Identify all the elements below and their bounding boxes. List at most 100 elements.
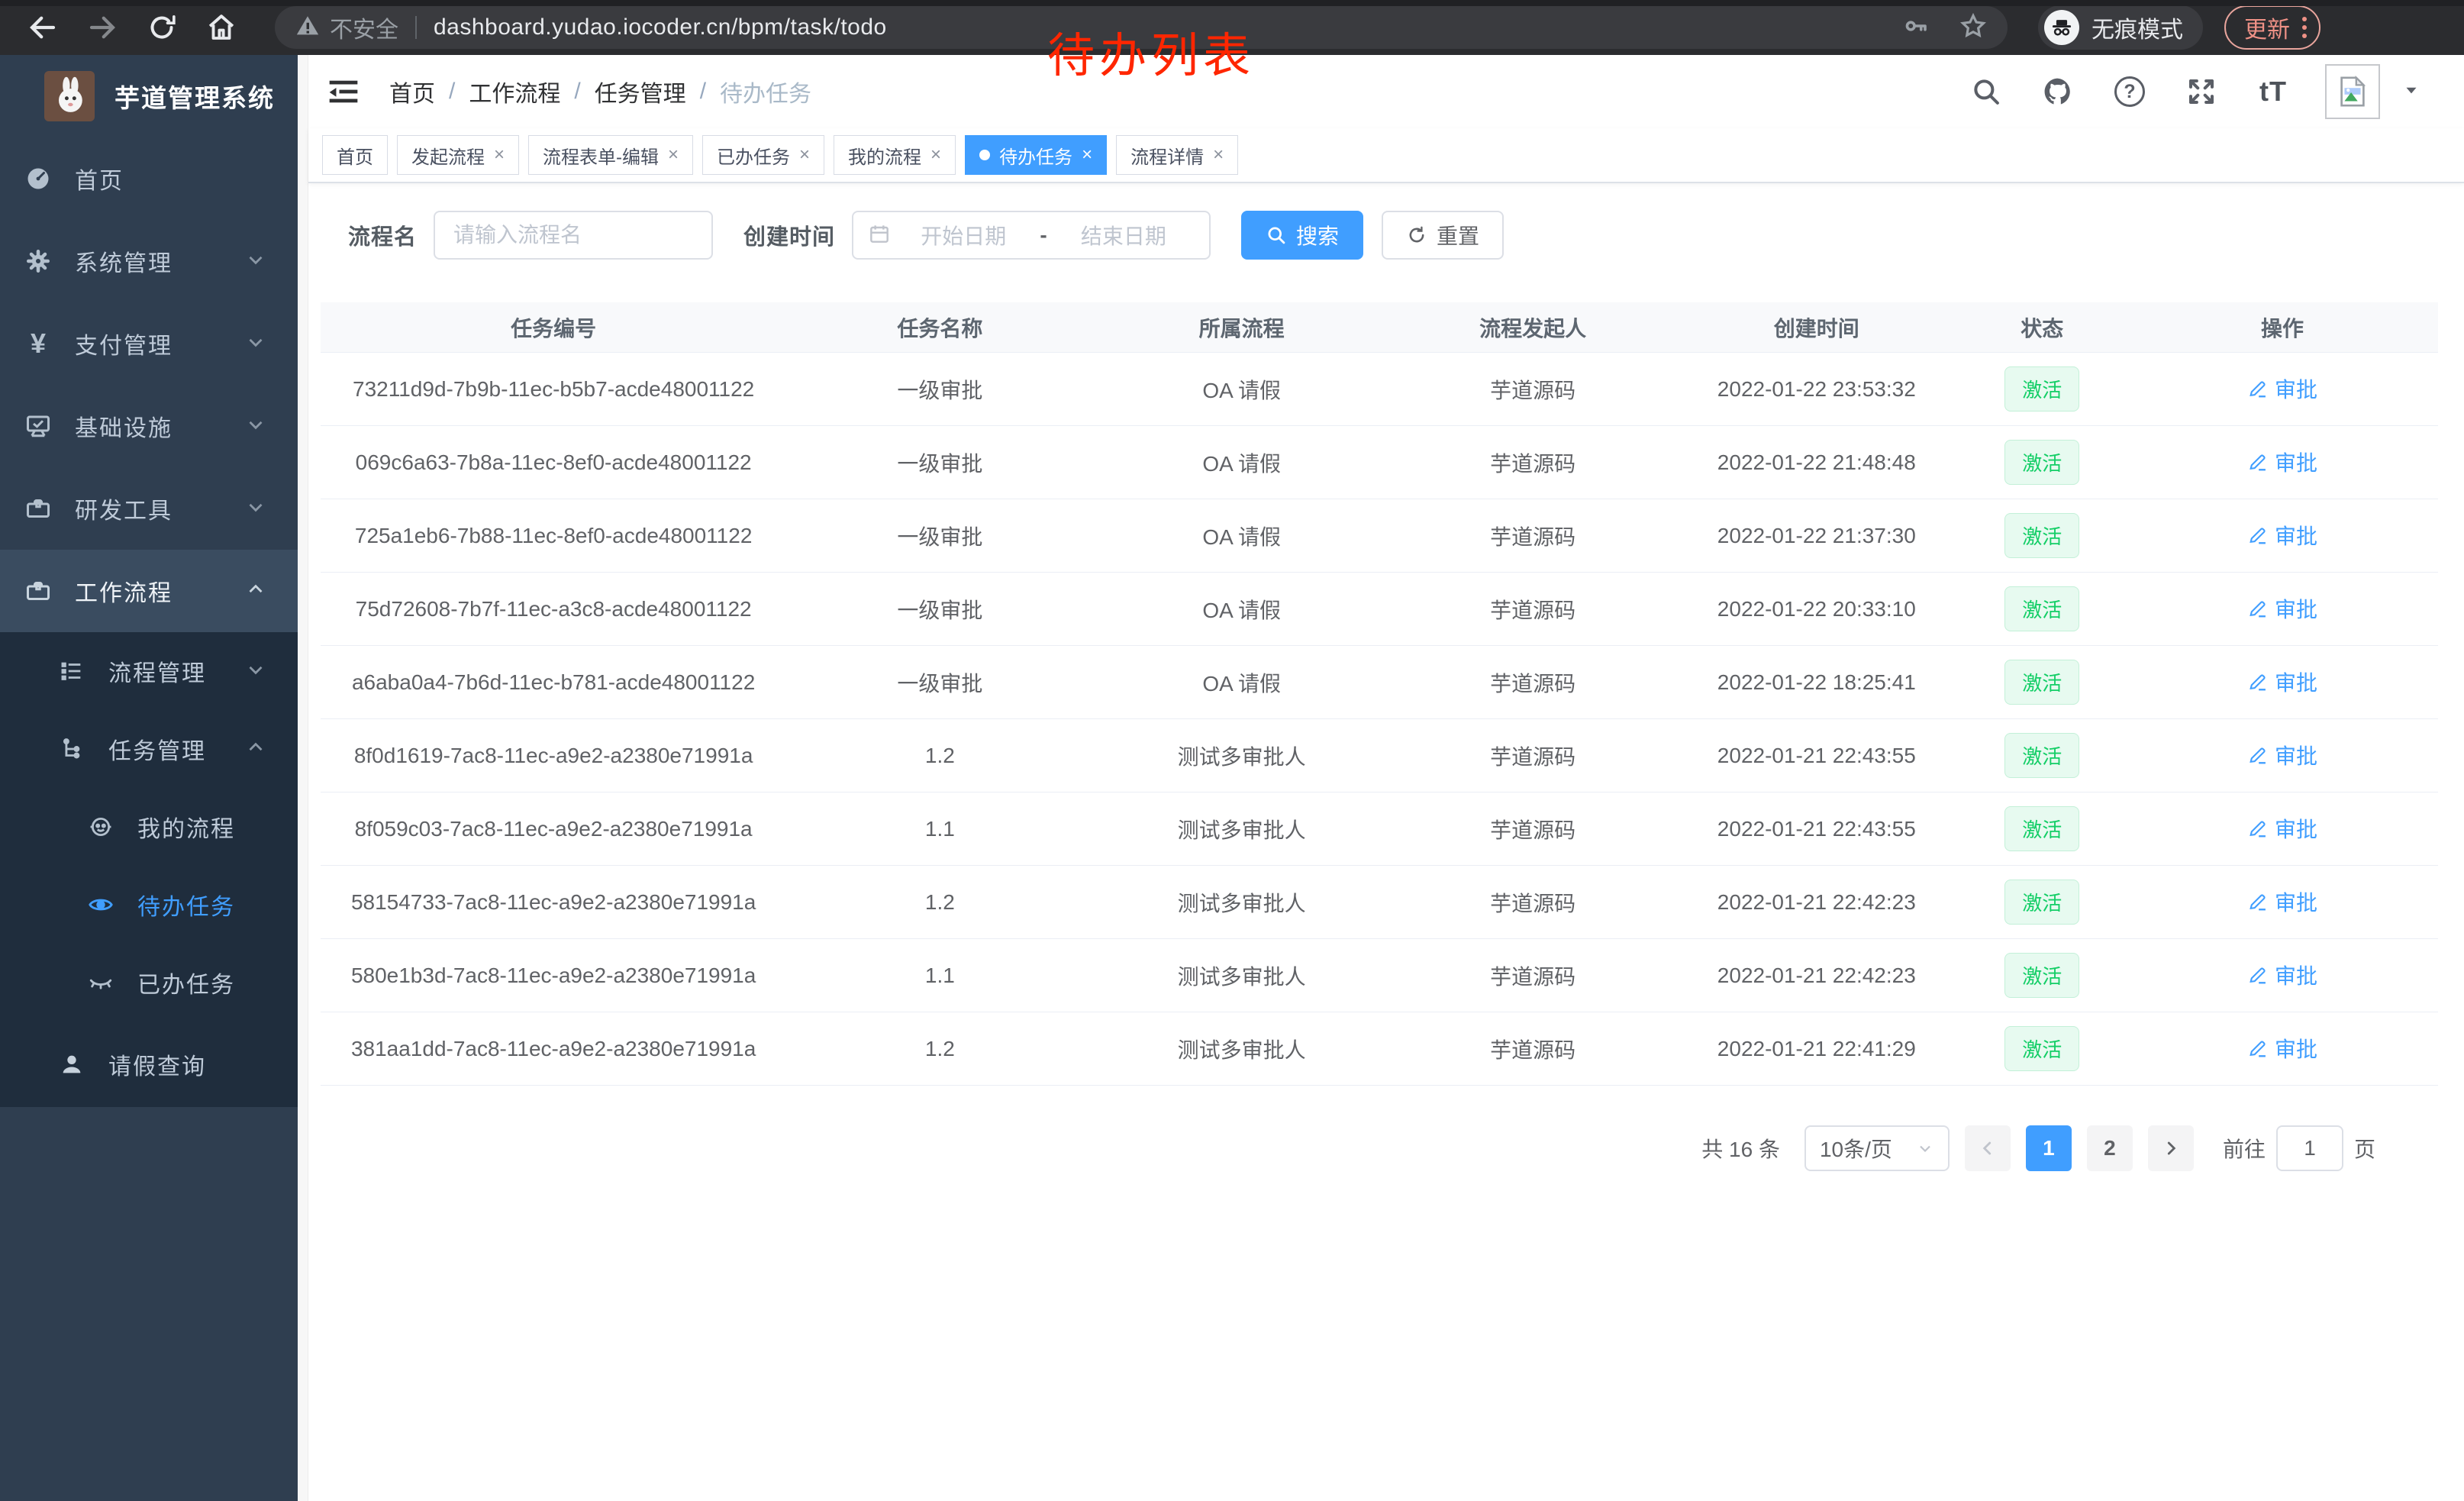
sidebar-item-devtools[interactable]: 研发工具 [0,467,298,550]
approve-link[interactable]: 审批 [2247,1033,2317,1064]
col-process: 所属流程 [1093,312,1389,343]
sidebar-item-process-mgmt[interactable]: 流程管理 [0,632,298,710]
key-icon[interactable] [1902,12,1930,44]
page-scrollbar[interactable] [298,55,308,1501]
sidebar-item-todo-tasks[interactable]: 待办任务 [0,866,298,944]
close-icon[interactable]: × [668,144,679,166]
task-id-cell: a6aba0a4-7b6d-11ec-b781-acde48001122 [321,670,786,695]
workflow-submenu: 流程管理 任务管理 我的流程 待办任务 已办任务 [0,632,298,1107]
approve-link[interactable]: 审批 [2247,960,2317,990]
sidebar-item-infrastructure[interactable]: 基础设施 [0,385,298,467]
status-badge: 激活 [2004,1026,2079,1071]
approve-link[interactable]: 审批 [2247,886,2317,917]
process-name-input[interactable] [434,211,713,260]
chevron-down-icon [244,248,267,275]
update-button[interactable]: 更新 [2224,5,2320,50]
starter-cell: 芋道源码 [1390,374,1675,405]
search-button[interactable]: 搜索 [1241,211,1363,260]
task-name-cell: 1.2 [786,744,1093,768]
tag-process-detail[interactable]: 流程详情× [1116,135,1238,175]
dashboard-icon [21,165,55,192]
approve-link[interactable]: 审批 [2247,813,2317,844]
edit-pen-icon [2247,598,2269,619]
approve-link[interactable]: 审批 [2247,447,2317,477]
fullscreen-icon[interactable] [2182,72,2221,111]
task-table: 任务编号 任务名称 所属流程 流程发起人 创建时间 状态 操作 73211d9d… [321,302,2438,1086]
close-icon[interactable]: × [1082,144,1092,166]
caret-down-icon[interactable] [2401,80,2421,104]
task-id-cell: 8f059c03-7ac8-11ec-a9e2-a2380e71991a [321,817,786,841]
date-range-picker[interactable]: 开始日期 - 结束日期 [852,211,1211,260]
sidebar-item-system[interactable]: 系统管理 [0,220,298,302]
next-page-button[interactable] [2148,1125,2194,1171]
col-status: 状态 [1957,312,2127,343]
task-name-cell: 一级审批 [786,521,1093,551]
sidebar-item-task-mgmt[interactable]: 任务管理 [0,710,298,788]
task-name-cell: 1.2 [786,890,1093,915]
goto-page-input[interactable] [2276,1125,2343,1171]
approve-link[interactable]: 审批 [2247,593,2317,624]
breadcrumb-workflow[interactable]: 工作流程 [469,75,560,108]
sidebar-item-done-tasks[interactable]: 已办任务 [0,944,298,1022]
home-icon[interactable] [205,11,238,44]
task-id-cell: 75d72608-7b7f-11ec-a3c8-acde48001122 [321,597,786,621]
tag-form-edit[interactable]: 流程表单-编辑× [528,135,693,175]
approve-link[interactable]: 审批 [2247,740,2317,770]
help-icon[interactable]: ? [2110,72,2150,111]
tag-todo-tasks[interactable]: 待办任务× [965,135,1107,175]
page-size-select[interactable]: 10条/页 [1804,1125,1950,1171]
sidebar-item-home[interactable]: 首页 [0,137,298,220]
app-logo-row[interactable]: 芋道管理系统 [0,55,298,137]
table-header: 任务编号 任务名称 所属流程 流程发起人 创建时间 状态 操作 [321,302,2438,353]
task-name-cell: 一级审批 [786,447,1093,478]
task-id-cell: 8f0d1619-7ac8-11ec-a9e2-a2380e71991a [321,744,786,768]
reset-button[interactable]: 重置 [1382,211,1504,260]
sidebar-item-leave-query[interactable]: 请假查询 [0,1022,298,1107]
avatar[interactable] [2325,64,2380,119]
task-name-cell: 一级审批 [786,667,1093,698]
process-cell: OA 请假 [1093,447,1389,478]
starter-cell: 芋道源码 [1390,887,1675,918]
sidebar-item-workflow[interactable]: 工作流程 [0,550,298,632]
tag-home[interactable]: 首页 [322,135,388,175]
status-badge: 激活 [2004,440,2079,485]
edit-pen-icon [2247,525,2269,546]
back-icon[interactable] [26,11,60,44]
status-badge: 激活 [2004,660,2079,705]
breadcrumb-task-mgmt[interactable]: 任务管理 [595,75,686,108]
github-icon[interactable] [2038,72,2078,111]
security-label: 不安全 [330,11,398,44]
tag-done-tasks[interactable]: 已办任务× [702,135,824,175]
search-icon[interactable] [1966,72,2006,111]
chevron-up-icon [244,578,267,605]
task-id-cell: 381aa1dd-7ac8-11ec-a9e2-a2380e71991a [321,1037,786,1061]
bookmark-star-icon[interactable] [1959,11,1988,44]
table-body: 73211d9d-7b9b-11ec-b5b7-acde48001122 一级审… [321,353,2438,1086]
forward-icon[interactable] [85,11,119,44]
close-icon[interactable]: × [799,144,810,166]
approve-link[interactable]: 审批 [2247,520,2317,550]
breadcrumb-home[interactable]: 首页 [389,75,435,108]
tag-my-process[interactable]: 我的流程× [834,135,956,175]
workflow-toolbox-icon [21,577,55,605]
approve-link[interactable]: 审批 [2247,373,2317,404]
reload-icon[interactable] [145,11,179,44]
approve-link[interactable]: 审批 [2247,667,2317,697]
task-name-cell: 一级审批 [786,594,1093,625]
sidebar-item-payment[interactable]: ¥ 支付管理 [0,302,298,385]
task-name-cell: 1.1 [786,817,1093,841]
sidebar: 芋道管理系统 首页 系统管理 ¥ 支付管理 基础设施 研发工具 [0,55,298,1501]
prev-page-button[interactable] [1965,1125,2011,1171]
page-2-button[interactable]: 2 [2087,1125,2133,1171]
browser-menu-icon[interactable] [2302,17,2307,38]
collapse-sidebar-icon[interactable] [325,73,362,110]
table-row: 381aa1dd-7ac8-11ec-a9e2-a2380e71991a 1.2… [321,1012,2438,1086]
close-icon[interactable]: × [1213,144,1224,166]
tag-start-process[interactable]: 发起流程× [397,135,519,175]
close-icon[interactable]: × [494,144,505,166]
address-bar[interactable]: 不安全 dashboard.yudao.iocoder.cn/bpm/task/… [275,6,2008,49]
sidebar-item-my-process[interactable]: 我的流程 [0,788,298,866]
close-icon[interactable]: × [930,144,941,166]
page-1-button[interactable]: 1 [2026,1125,2072,1171]
font-size-icon[interactable]: tT [2253,72,2293,111]
